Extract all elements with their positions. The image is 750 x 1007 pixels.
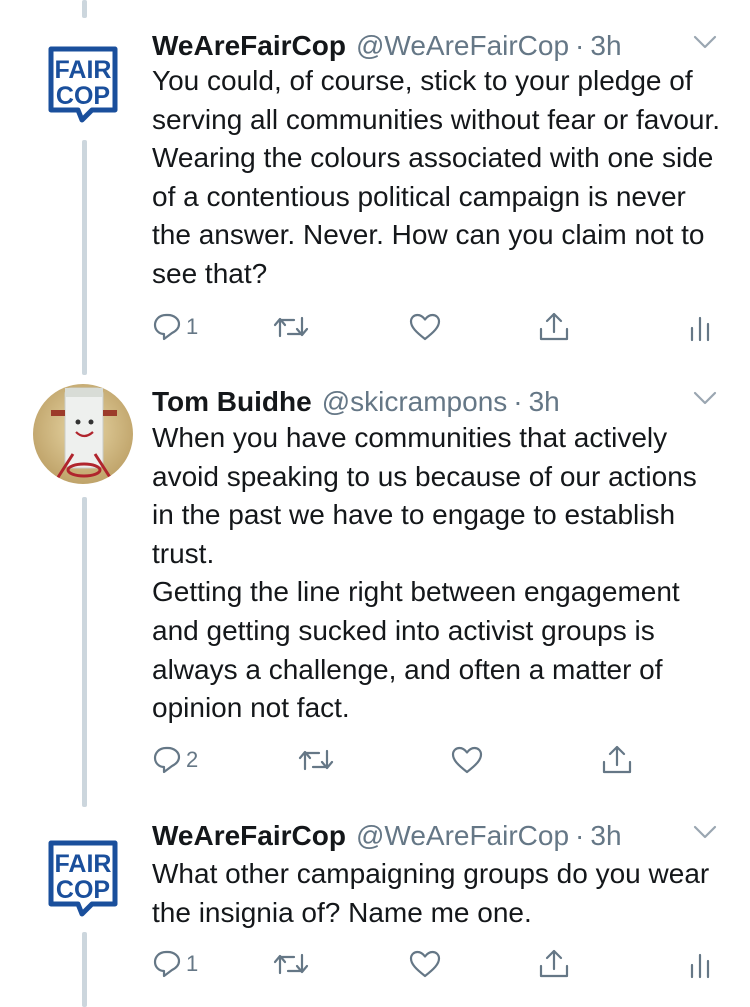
tweet-paragraph: What other campaigning groups do you wea… [152,858,710,928]
tweet-timestamp[interactable]: 3h [590,818,621,854]
analytics-icon [690,316,710,342]
tweet-paragraph: Getting the line right between engagemen… [152,576,680,724]
reply-button[interactable]: 1 [152,309,198,345]
logo-text-line-1: FAIR [55,850,112,878]
share-icon [539,312,569,341]
reply-button[interactable]: 2 [152,742,198,778]
reply-icon [153,746,181,774]
tweet-text: What other campaigning groups do you wea… [152,855,726,932]
logo-text-line-1: FAIR [55,56,112,84]
tweet-text: When you have communities that actively … [152,419,726,728]
reply-button[interactable]: 1 [152,946,198,982]
author-handle[interactable]: @skicrampons [322,384,508,420]
tweet-text: You could, of course, stick to your pled… [152,62,726,294]
tweet-header: Tom Buidhe @skicrampons · 3h [152,384,730,420]
heart-icon [451,746,483,774]
thread-line [82,932,87,1007]
retweet-icon [298,749,334,771]
chevron-down-icon[interactable] [692,388,718,408]
chevron-down-icon[interactable] [692,32,718,52]
like-button[interactable] [408,309,442,345]
like-button[interactable] [408,946,442,982]
retweet-button[interactable] [272,946,310,982]
author-name[interactable]: WeAreFairCop [152,818,346,854]
separator-dot: · [575,30,585,61]
analytics-button[interactable] [687,946,713,982]
author-name[interactable]: Tom Buidhe [152,384,312,420]
separator-dot: · [575,820,585,851]
author-name[interactable]: WeAreFairCop [152,28,346,64]
analytics-button[interactable] [687,309,713,345]
share-button[interactable] [600,742,634,778]
tweet-header: WeAreFairCop @WeAreFairCop · 3h [152,818,730,854]
logo-text-line-2: COP [56,876,110,904]
tweet-header: WeAreFairCop @WeAreFairCop · 3h [152,28,730,64]
heart-icon [409,313,441,341]
like-button[interactable] [450,742,484,778]
thread-line [82,497,87,807]
reply-count: 1 [186,951,199,976]
reply-icon [153,313,181,341]
heart-icon [409,950,441,978]
reply-count: 1 [186,314,199,339]
separator-dot: · [513,386,523,417]
author-handle[interactable]: @WeAreFairCop [356,818,569,854]
tweet-timestamp[interactable]: 3h [590,28,621,64]
thread-line [82,140,87,375]
share-icon [602,745,632,774]
tweet-actions: 1 [152,309,732,345]
author-handle[interactable]: @WeAreFairCop [356,28,569,64]
tweet-actions: 2 [152,742,732,778]
logo-text-line-2: COP [56,82,110,110]
share-button[interactable] [537,946,571,982]
fair-cop-logo-avatar[interactable]: FAIR COP [48,46,118,124]
share-button[interactable] [537,309,571,345]
tweet-paragraph: When you have communities that actively … [152,422,697,569]
tweet-actions: 1 [152,946,732,982]
tweet-timestamp[interactable]: 3h [529,384,560,420]
thread-line-top [82,0,87,18]
share-icon [539,949,569,978]
fair-cop-logo-avatar[interactable]: FAIR COP [48,840,118,918]
retweet-icon [273,316,309,338]
retweet-button[interactable] [272,309,310,345]
avatar[interactable] [33,384,133,484]
chevron-down-icon[interactable] [692,822,718,842]
retweet-button[interactable] [297,742,335,778]
reply-count: 2 [186,747,199,772]
tweet-paragraph: You could, of course, stick to your pled… [152,65,721,289]
retweet-icon [273,953,309,975]
reply-icon [153,950,181,978]
analytics-icon [690,953,710,979]
